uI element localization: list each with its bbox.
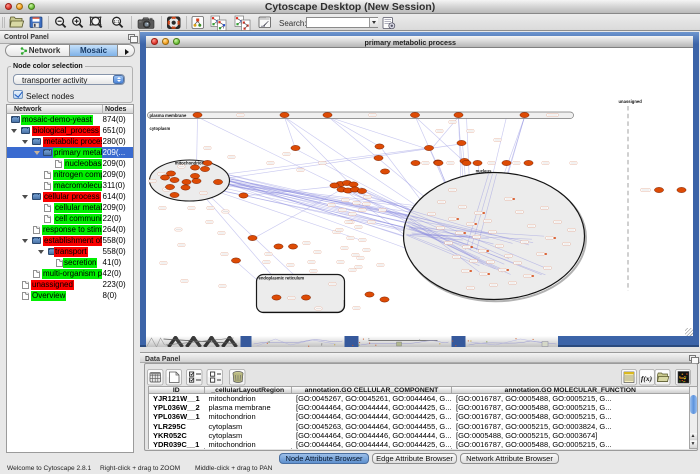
svg-text:endoplasmic reticulum: endoplasmic reticulum [258, 276, 304, 281]
svg-text:unassigned: unassigned [618, 99, 642, 104]
svg-text:1:1: 1:1 [113, 19, 120, 24]
svg-text:plasma membrane: plasma membrane [149, 113, 186, 118]
svg-text:f(x): f(x) [641, 374, 653, 383]
svg-text:cytoplasm: cytoplasm [149, 126, 170, 131]
svg-text:nucleus: nucleus [475, 169, 491, 174]
